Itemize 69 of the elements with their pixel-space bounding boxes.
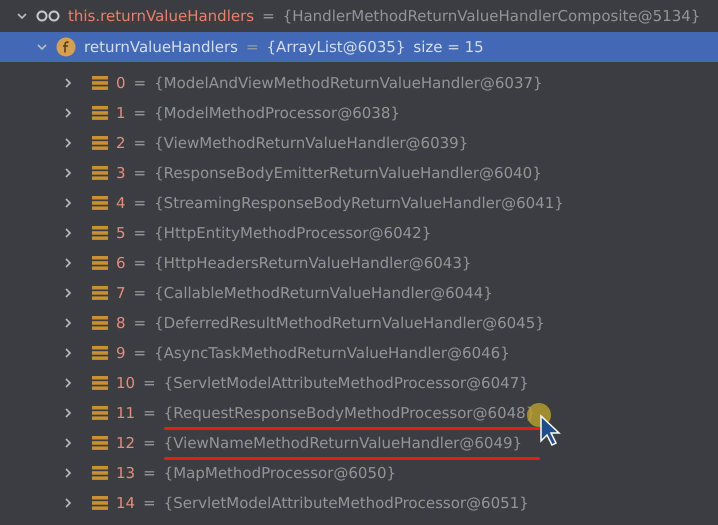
list-element-icon xyxy=(92,135,108,151)
element-index: 11 xyxy=(116,404,136,422)
equals-sign: = xyxy=(143,374,156,392)
field-name: returnValueHandlers xyxy=(84,38,238,56)
equals-sign: = xyxy=(134,164,146,182)
element-index: 14 xyxy=(116,494,136,512)
element-index: 9 xyxy=(116,344,126,362)
list-element-icon xyxy=(92,495,108,511)
list-element-icon xyxy=(92,195,108,211)
element-index: 7 xyxy=(116,284,126,302)
tree-row[interactable]: returnValueHandlers = {ArrayList@6035} size = 15 xyxy=(0,32,718,62)
element-index: 8 xyxy=(116,314,126,332)
element-index: 13 xyxy=(116,464,136,482)
element-index: 3 xyxy=(116,164,126,182)
equals-sign: = xyxy=(134,344,146,362)
list-element-icon xyxy=(92,285,108,301)
field-value: {ArrayList@6035} xyxy=(266,38,406,56)
element-index: 5 xyxy=(116,224,126,242)
element-value: {DeferredResultMethodReturnValueHandler@6045} xyxy=(154,314,545,332)
equals-sign: = xyxy=(134,254,146,272)
equals-sign: = xyxy=(246,38,259,56)
equals-sign: = xyxy=(134,314,146,332)
equals-sign: = xyxy=(134,194,146,212)
element-index: 1 xyxy=(116,104,126,122)
element-value: {ModelMethodProcessor@6038} xyxy=(154,104,400,122)
equals-sign: = xyxy=(143,464,156,482)
element-value: {ViewMethodReturnValueHandler@6039} xyxy=(154,134,468,152)
element-index: 2 xyxy=(116,134,126,152)
list-element-icon xyxy=(92,465,108,481)
list-element-icon xyxy=(92,105,108,121)
equals-sign: = xyxy=(262,7,275,25)
equals-sign: = xyxy=(134,284,146,302)
list-element-icon xyxy=(92,75,108,91)
element-value: {CallableMethodReturnValueHandler@6044} xyxy=(154,284,493,302)
equals-sign: = xyxy=(134,224,146,242)
list-element-icon xyxy=(92,255,108,271)
element-index: 10 xyxy=(116,374,136,392)
glasses-icon xyxy=(36,10,60,22)
element-value: {StreamingResponseBodyReturnValueHandler@6041} xyxy=(154,194,564,212)
equals-sign: = xyxy=(134,104,146,122)
variable-name: this.returnValueHandlers xyxy=(68,7,254,25)
list-element-icon xyxy=(92,375,108,391)
element-index: 12 xyxy=(116,434,136,452)
element-value: {HttpHeadersReturnValueHandler@6043} xyxy=(154,254,472,272)
list-element-icon xyxy=(92,345,108,361)
equals-sign: = xyxy=(143,494,156,512)
element-index: 4 xyxy=(116,194,126,212)
element-value: {ResponseBodyEmitterReturnValueHandler@6040} xyxy=(154,164,542,182)
element-value: {HttpEntityMethodProcessor@6042} xyxy=(154,224,432,242)
element-index: 6 xyxy=(116,254,126,272)
element-index: 0 xyxy=(116,74,126,92)
equals-sign: = xyxy=(134,134,146,152)
element-value: {ViewNameMethodReturnValueHandler@6049} xyxy=(164,434,522,452)
field-icon xyxy=(56,37,76,57)
list-element-icon xyxy=(92,165,108,181)
size-label: size = 15 xyxy=(413,38,484,56)
list-element-icon xyxy=(92,315,108,331)
element-value: {AsyncTaskMethodReturnValueHandler@6046} xyxy=(154,344,510,362)
list-element-icon xyxy=(92,435,108,451)
equals-sign: = xyxy=(143,434,156,452)
equals-sign: = xyxy=(143,404,156,422)
list-element-icon xyxy=(92,405,108,421)
element-value: {ModelAndViewMethodReturnValueHandler@6037} xyxy=(154,74,543,92)
variable-value: {HandlerMethodReturnValueHandlerComposite@5134} xyxy=(282,7,700,25)
list-element-icon xyxy=(92,225,108,241)
element-value: {ServletModelAttributeMethodProcessor@6051} xyxy=(164,494,529,512)
element-value: {MapMethodProcessor@6050} xyxy=(164,464,396,482)
element-value: {ServletModelAttributeMethodProcessor@6047} xyxy=(164,374,529,392)
equals-sign: = xyxy=(134,74,146,92)
